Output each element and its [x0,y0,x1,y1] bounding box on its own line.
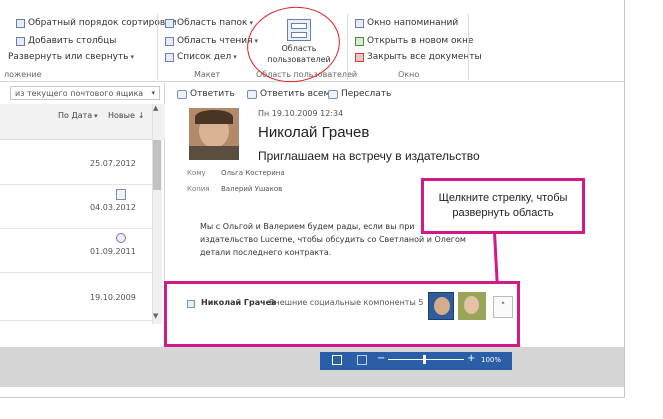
group-label-arrangement: ложение [4,70,42,79]
sort-icon [16,18,25,28]
list-item[interactable]: 25.07.2012 [0,141,152,185]
open-new-window-button[interactable]: Открыть в новом окне [355,36,473,46]
reply-icon [177,89,187,99]
chevron-down-icon: ▾ [130,53,134,61]
scroll-up-icon[interactable]: ▲ [153,104,158,112]
reply-button[interactable]: Ответить [177,89,235,99]
callout: Щелкните стрелку, чтобы развернуть облас… [421,178,585,234]
reminders-window-button[interactable]: Окно напоминаний [355,18,458,28]
todo-bar-button[interactable]: Список дел ▾ [165,52,237,62]
group-label-layout: Макет [194,70,221,79]
zoom-out-icon[interactable]: − [377,353,385,364]
chevron-down-icon: ▾ [233,53,237,61]
sort-order-toggle[interactable]: Новые ↓ [108,111,145,120]
to-recipient[interactable]: Ольга Костерина [221,169,285,177]
zoom-in-icon[interactable]: + [467,353,475,364]
group-label-window: Окно [398,70,420,79]
folder-pane-button[interactable]: Область папок ▾ [165,18,253,28]
chevron-down-icon: ▾ [249,19,253,27]
meeting-icon [116,233,126,243]
new-window-icon [355,36,364,46]
folder-pane-icon [165,18,174,28]
reply-all-button[interactable]: Ответить всем [247,89,330,99]
reverse-sort-button[interactable]: Обратный порядок сортировки [16,18,176,28]
ribbon-divider [468,14,469,80]
document-icon [116,189,126,200]
reading-pane-icon [165,36,174,46]
arrow-down-icon: ↓ [137,111,145,120]
chevron-down-icon: ▾ [94,111,98,120]
ribbon-divider [157,14,158,80]
reading-view-icon[interactable] [357,355,367,365]
window-bottom [0,347,624,387]
zoom-slider[interactable] [388,359,464,360]
sender-photo [189,108,239,160]
zoom-level[interactable]: 100% [481,356,501,364]
annotation-highlight-box [164,281,520,347]
zoom-slider-thumb[interactable] [423,355,426,364]
cc-label: Копия [187,185,210,193]
sender-name[interactable]: Николай Грачев [258,124,369,141]
chevron-down-icon: ▾ [151,89,155,97]
list-item[interactable]: 04.03.2012 [0,185,152,229]
add-columns-button[interactable]: Добавить столбцы [16,36,116,46]
list-item[interactable]: 01.09.2011 [0,229,152,273]
scrollbar-thumb[interactable] [153,140,161,190]
cc-recipient[interactable]: Валерий Ушаков [221,185,282,193]
close-all-items-button[interactable]: Закрыть все документы [355,52,482,62]
list-item[interactable]: 19.10.2009 [0,273,152,321]
scroll-down-icon[interactable]: ▼ [153,312,158,320]
expand-collapse-button[interactable]: Развернуть или свернуть ▾ [8,52,134,62]
sort-by-dropdown[interactable]: По Дата ▾ [58,111,98,120]
reading-pane-button[interactable]: Область чтения ▾ [165,36,258,46]
to-label: Кому [187,169,206,177]
search-scope-dropdown[interactable]: из текущего почтового ящика ▾ [10,86,160,100]
close-windows-icon [355,52,364,62]
forward-button[interactable]: Переслать [328,89,391,99]
mail-list-header [0,104,165,140]
normal-view-icon[interactable] [332,355,342,365]
mail-list-scrollbar[interactable] [152,104,162,324]
reply-all-icon [247,89,257,99]
columns-icon [16,36,25,46]
ribbon-divider [347,14,348,80]
message-subject: Приглашаем на встречу в издательство [258,149,480,163]
bell-icon [355,18,364,28]
todo-icon [165,52,174,62]
message-datetime: Пн 19.10.2009 12:34 [258,109,344,118]
forward-icon [328,89,338,99]
